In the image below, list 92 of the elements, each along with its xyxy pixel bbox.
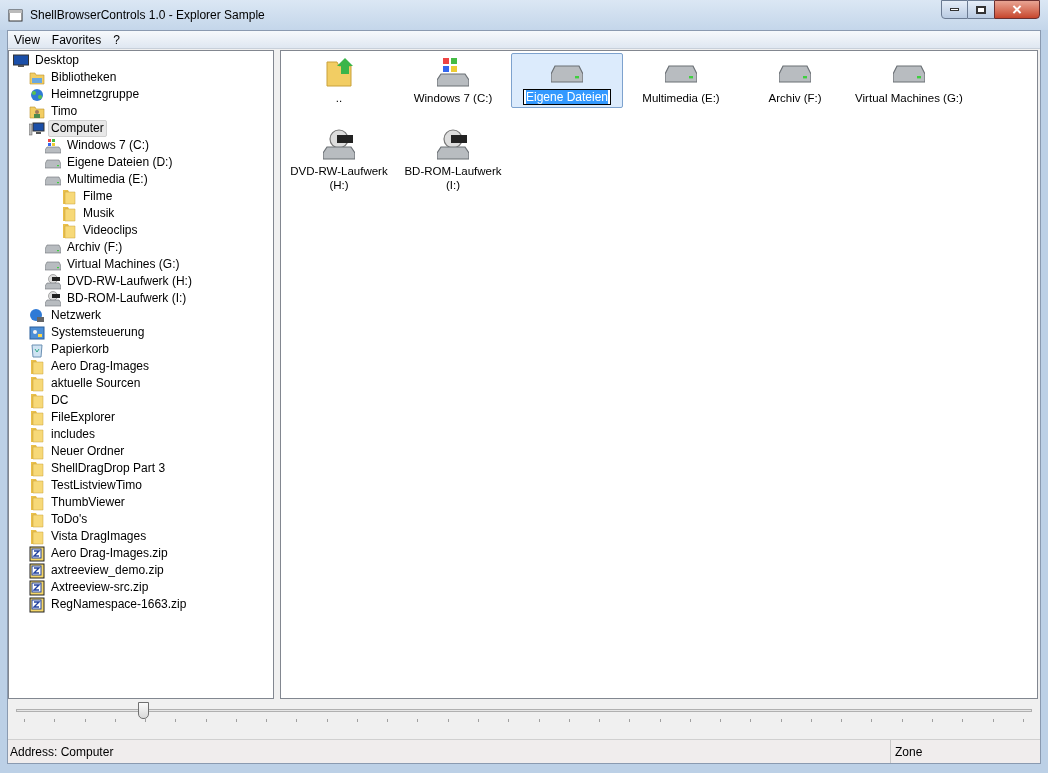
file-item[interactable]: BD-ROM-Laufwerk (I:) bbox=[397, 126, 509, 195]
user-folder-icon bbox=[29, 103, 45, 120]
computer-icon bbox=[29, 120, 45, 137]
zip-file-icon bbox=[29, 596, 45, 613]
minimize-button[interactable] bbox=[941, 0, 968, 19]
file-label: DVD-RW-Laufwerk (H:) bbox=[289, 164, 389, 192]
network-icon bbox=[29, 307, 45, 324]
tree-item[interactable]: axtreeview_demo.zip bbox=[48, 562, 167, 579]
tree-item[interactable]: aktuelle Sourcen bbox=[48, 375, 144, 392]
folder-up-icon bbox=[323, 56, 355, 88]
dvd-drive-icon bbox=[323, 129, 355, 161]
folder-icon bbox=[29, 477, 45, 494]
tree-item[interactable]: Virtual Machines (G:) bbox=[64, 256, 183, 273]
zone-status: Zone bbox=[890, 740, 1040, 763]
folder-icon bbox=[29, 528, 45, 545]
tree-item[interactable]: Windows 7 (C:) bbox=[64, 137, 152, 154]
file-label: Multimedia (E:) bbox=[641, 91, 721, 105]
file-item[interactable]: DVD-RW-Laufwerk (H:) bbox=[283, 126, 395, 195]
bd-drive-icon bbox=[437, 129, 469, 161]
tree-item[interactable]: Axtreeview-src.zip bbox=[48, 579, 152, 596]
monitor-icon bbox=[13, 52, 29, 69]
file-item[interactable]: Archiv (F:) bbox=[739, 53, 851, 108]
app-icon bbox=[8, 7, 24, 23]
zip-file-icon bbox=[29, 562, 45, 579]
tree-item[interactable]: DC bbox=[48, 392, 72, 409]
folder-icon bbox=[61, 205, 77, 222]
tree-item[interactable]: Bibliotheken bbox=[48, 69, 120, 86]
file-item[interactable]: .. bbox=[283, 53, 395, 108]
tree-item[interactable]: ToDo's bbox=[48, 511, 91, 528]
tree-item[interactable]: Systemsteuerung bbox=[48, 324, 148, 341]
file-label: Virtual Machines (G:) bbox=[854, 91, 964, 105]
folder-icon bbox=[61, 188, 77, 205]
tree-item[interactable]: Computer bbox=[48, 120, 107, 137]
zip-file-icon bbox=[29, 545, 45, 562]
tree-item[interactable]: Videoclips bbox=[80, 222, 141, 239]
tree-item[interactable]: Papierkorb bbox=[48, 341, 113, 358]
tree-item[interactable]: Vista DragImages bbox=[48, 528, 150, 545]
library-folder-icon bbox=[29, 69, 45, 86]
recycle-bin-icon bbox=[29, 341, 45, 358]
folder-icon bbox=[61, 222, 77, 239]
close-button[interactable] bbox=[994, 0, 1040, 19]
tree-item[interactable]: Multimedia (E:) bbox=[64, 171, 151, 188]
folder-icon bbox=[29, 443, 45, 460]
tree-item[interactable]: Aero Drag-Images bbox=[48, 358, 153, 375]
file-label: .. bbox=[334, 91, 344, 105]
slider-thumb[interactable] bbox=[138, 702, 149, 719]
tree-item[interactable]: BD-ROM-Laufwerk (I:) bbox=[64, 290, 190, 307]
tree-item[interactable]: Timo bbox=[48, 103, 81, 120]
file-item[interactable]: Virtual Machines (G:) bbox=[853, 53, 965, 108]
tree-item[interactable]: Archiv (F:) bbox=[64, 239, 126, 256]
menu-item[interactable]: View bbox=[8, 31, 46, 48]
tree-item[interactable]: Desktop bbox=[32, 52, 83, 69]
file-item[interactable]: Multimedia (E:) bbox=[625, 53, 737, 108]
folder-icon bbox=[29, 409, 45, 426]
menu-item[interactable]: Favorites bbox=[45, 31, 108, 48]
file-label: BD-ROM-Laufwerk (I:) bbox=[403, 164, 503, 192]
folder-icon bbox=[29, 494, 45, 511]
tree-item[interactable]: Eigene Dateien (D:) bbox=[64, 154, 176, 171]
tree-item[interactable]: TestListviewTimo bbox=[48, 477, 145, 494]
tree-item[interactable]: includes bbox=[48, 426, 99, 443]
file-label: Windows 7 (C:) bbox=[412, 91, 494, 105]
file-label: Archiv (F:) bbox=[767, 91, 823, 105]
network-globe-icon bbox=[29, 86, 45, 103]
maximize-button[interactable] bbox=[968, 0, 994, 19]
tree-item[interactable]: DVD-RW-Laufwerk (H:) bbox=[64, 273, 195, 290]
tree-item[interactable]: FileExplorer bbox=[48, 409, 119, 426]
tree-item[interactable]: Aero Drag-Images.zip bbox=[48, 545, 171, 562]
windows-drive-icon bbox=[437, 56, 469, 88]
folder-icon bbox=[29, 358, 45, 375]
optical-drive-icon bbox=[45, 290, 61, 307]
folder-icon bbox=[29, 511, 45, 528]
folder-icon bbox=[29, 460, 45, 477]
folder-icon bbox=[29, 426, 45, 443]
folder-icon bbox=[29, 375, 45, 392]
tree-item[interactable]: RegNamespace-1663.zip bbox=[48, 596, 190, 613]
control-panel-icon bbox=[29, 324, 45, 341]
optical-drive-icon bbox=[45, 273, 61, 290]
menu-item[interactable]: ? bbox=[107, 31, 126, 48]
window-title: ShellBrowserControls 1.0 - Explorer Sample bbox=[30, 7, 265, 24]
close-icon bbox=[1012, 5, 1022, 14]
tree-item[interactable]: ShellDragDrop Part 3 bbox=[48, 460, 169, 477]
tree-item[interactable]: ThumbViewer bbox=[48, 494, 128, 511]
folder-icon bbox=[29, 392, 45, 409]
tree-item[interactable]: Neuer Ordner bbox=[48, 443, 128, 460]
tree-item[interactable]: Heimnetzgruppe bbox=[48, 86, 143, 103]
tree-item[interactable]: Netzwerk bbox=[48, 307, 104, 324]
file-item[interactable]: Windows 7 (C:) bbox=[397, 53, 509, 108]
tree-item[interactable]: Filme bbox=[80, 188, 116, 205]
address-status: Address: Computer bbox=[9, 743, 115, 761]
tree-item[interactable]: Musik bbox=[80, 205, 118, 222]
windows-drive-icon bbox=[45, 137, 61, 154]
zip-file-icon bbox=[29, 579, 45, 596]
